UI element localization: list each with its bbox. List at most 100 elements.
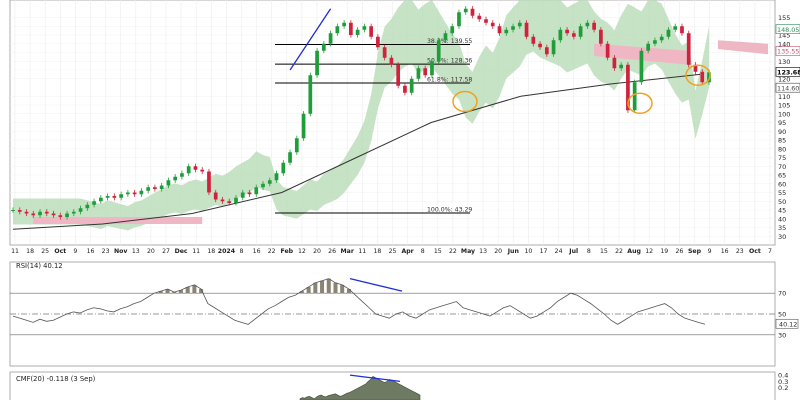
y-tick-label: 30 xyxy=(778,233,786,241)
candlestick xyxy=(328,33,333,44)
candlestick xyxy=(132,192,137,195)
x-tick-label: 23 xyxy=(736,248,744,255)
x-tick-label: 22 xyxy=(449,248,457,255)
fib-level-label: 38.2%: 139.55 xyxy=(427,38,472,45)
candlestick xyxy=(274,173,279,181)
x-tick-label: 22 xyxy=(615,248,623,255)
fib-level-label: 100.0%: 43.29 xyxy=(427,206,472,213)
cmf-title: CMF(20) -0.118 (3 Sep) xyxy=(16,375,96,383)
x-tick-label: 20 xyxy=(494,248,502,255)
x-tick-label: 18 xyxy=(207,248,215,255)
x-tick-label: 10 xyxy=(524,248,532,255)
candlestick xyxy=(403,85,407,93)
candlestick xyxy=(457,12,461,27)
candlestick xyxy=(193,166,198,170)
candlestick xyxy=(470,8,475,16)
candlestick xyxy=(639,50,644,83)
x-tick-label: Oct xyxy=(749,248,761,255)
candlestick xyxy=(267,180,272,184)
candlestick xyxy=(288,152,292,163)
candlestick xyxy=(321,43,326,51)
candlestick xyxy=(686,33,691,65)
candlestick xyxy=(430,61,434,76)
candlestick xyxy=(450,26,455,34)
x-tick-label: Dec xyxy=(175,248,188,255)
candlestick xyxy=(605,43,610,58)
x-tick-label: 25 xyxy=(41,248,49,255)
y-tick-label: 90 xyxy=(778,128,786,136)
candlestick xyxy=(558,29,563,41)
candlestick xyxy=(342,22,346,27)
x-tick-label: Nov xyxy=(114,248,127,255)
x-tick-label: 27 xyxy=(162,248,170,255)
y-tick-label: 105 xyxy=(778,102,790,110)
x-tick-label: 26 xyxy=(328,248,336,255)
candlestick xyxy=(511,26,515,30)
candlestick xyxy=(680,26,684,34)
stock-chart: 11 18 25 Oct 9 16 23 Nov 13 20 27 Dec 11 18 2024 8 16 22 F… xyxy=(9,0,800,404)
x-tick-label: 8 xyxy=(240,248,244,255)
x-tick-label: 11 xyxy=(11,248,19,255)
candlestick xyxy=(484,19,488,23)
candlestick xyxy=(531,36,536,44)
candlestick xyxy=(646,43,651,51)
candlestick xyxy=(436,40,441,62)
y-tick-label: 65 xyxy=(778,172,786,180)
candlestick xyxy=(416,68,421,79)
x-tick-label: 17 xyxy=(540,248,548,255)
candlestick xyxy=(173,176,178,181)
candlestick xyxy=(17,210,22,212)
candlestick xyxy=(389,57,394,65)
candlestick xyxy=(112,196,117,198)
candlestick xyxy=(653,40,657,44)
y-tick-label: 40 xyxy=(778,215,786,223)
candlestick xyxy=(213,192,218,200)
candlestick xyxy=(105,196,110,198)
candlestick xyxy=(240,192,245,198)
candlestick xyxy=(666,29,671,37)
candlestick xyxy=(463,8,468,13)
candlestick xyxy=(200,169,205,172)
y-tick-label: 155 xyxy=(778,14,790,22)
y-tick-label: 35 xyxy=(778,224,786,232)
x-tick-label: 9 xyxy=(73,248,77,255)
x-tick-label: Jun xyxy=(507,248,519,255)
candlestick xyxy=(592,22,596,30)
candlestick xyxy=(294,138,299,153)
candlestick xyxy=(85,204,90,209)
candlestick xyxy=(382,47,387,58)
candlestick xyxy=(599,29,603,44)
x-tick-label: 2024 xyxy=(218,248,236,255)
candlestick xyxy=(524,22,529,37)
x-tick-label: 22 xyxy=(268,248,276,255)
candlestick xyxy=(700,71,705,83)
x-tick-label: 16 xyxy=(721,248,729,255)
candlestick xyxy=(207,171,211,193)
x-tick-label: 12 xyxy=(298,248,306,255)
candlestick xyxy=(126,192,130,195)
x-tick-label: 18 xyxy=(26,248,34,255)
candlestick xyxy=(11,210,15,211)
x-tick-label: Jul xyxy=(568,248,578,255)
x-tick-label: Aug xyxy=(627,248,641,255)
x-tick-label: 23 xyxy=(102,248,110,255)
candlestick xyxy=(362,26,367,30)
candlestick xyxy=(58,215,63,217)
candlestick xyxy=(254,187,259,195)
x-tick-label: Feb xyxy=(280,248,293,255)
candlestick xyxy=(409,78,414,93)
candlestick xyxy=(578,26,583,37)
chart-root: 11 18 25 Oct 9 16 23 Nov 13 20 27 Dec 11 18 2024 8 16 22 F… xyxy=(0,0,800,404)
candlestick xyxy=(619,64,624,69)
candlestick xyxy=(673,26,678,30)
y-tick-label: 55 xyxy=(778,189,786,197)
y-tick-label: 85 xyxy=(778,137,786,145)
x-tick-label: 7 xyxy=(768,248,772,255)
x-tick-label: 26 xyxy=(675,248,683,255)
x-tick-label: 15 xyxy=(600,248,608,255)
x-tick-label: 18 xyxy=(373,248,381,255)
candlestick xyxy=(571,33,576,37)
x-tick-label: Apr xyxy=(401,248,414,255)
candlestick xyxy=(51,213,56,216)
candlestick xyxy=(31,213,36,216)
